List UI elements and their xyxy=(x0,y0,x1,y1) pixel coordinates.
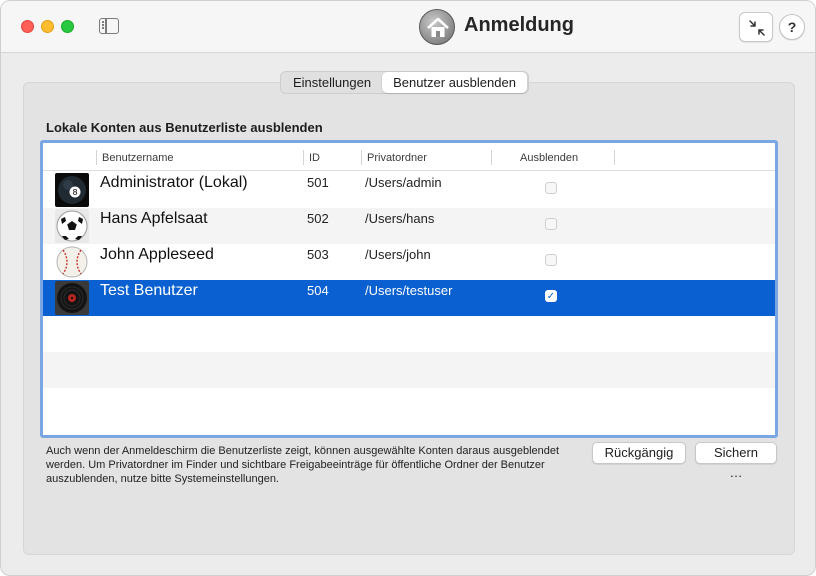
column-separator[interactable] xyxy=(96,150,97,165)
row-username: Administrator (Lokal) xyxy=(100,174,248,191)
column-separator[interactable] xyxy=(303,150,304,165)
close-window-button[interactable] xyxy=(21,20,34,33)
tab-benutzer-ausblenden[interactable]: Benutzer ausblenden xyxy=(382,72,527,93)
row-home-folder: /Users/testuser xyxy=(365,283,453,298)
row-home-folder: /Users/admin xyxy=(365,175,442,190)
column-separator[interactable] xyxy=(491,150,492,165)
undo-button[interactable]: Rückgängig xyxy=(592,442,686,464)
hide-checkbox[interactable] xyxy=(545,254,557,266)
row-id: 502 xyxy=(307,211,329,226)
hide-checkbox[interactable] xyxy=(545,182,557,194)
section-heading: Lokale Konten aus Benutzerliste ausblend… xyxy=(46,120,323,135)
row-id: 503 xyxy=(307,247,329,262)
help-button[interactable]: ? xyxy=(779,14,805,40)
row-id: 504 xyxy=(307,283,329,298)
hide-checkbox-checked[interactable]: ✓ xyxy=(545,290,557,302)
tab-einstellungen[interactable]: Einstellungen xyxy=(282,72,382,93)
row-username: Hans Apfelsaat xyxy=(100,210,208,227)
empty-row xyxy=(43,316,775,352)
table-header: Benutzername ID Privatordner Ausblenden xyxy=(43,143,775,171)
empty-row xyxy=(43,352,775,388)
column-separator[interactable] xyxy=(614,150,615,165)
app-home-icon xyxy=(419,9,455,45)
column-header-hide[interactable]: Ausblenden xyxy=(520,152,578,164)
vinyl-record-icon xyxy=(55,281,89,315)
info-text: Auch wenn der Anmeldeschirm die Benutzer… xyxy=(46,445,560,485)
accounts-table[interactable]: Benutzername ID Privatordner Ausblenden … xyxy=(40,140,778,438)
empty-row xyxy=(43,388,775,424)
soccer-ball-icon xyxy=(55,209,89,243)
table-row[interactable]: John Appleseed 503 /Users/john xyxy=(43,244,775,280)
window-title: Anmeldung xyxy=(464,14,574,36)
column-header-id[interactable]: ID xyxy=(309,152,320,164)
preferences-window: Anmeldung ? Einstellungen Benutzer ausbl… xyxy=(0,0,816,576)
eight-ball-icon: 8 xyxy=(55,173,89,207)
collapse-arrows-icon xyxy=(749,20,765,36)
svg-text:8: 8 xyxy=(72,188,77,197)
column-separator[interactable] xyxy=(361,150,362,165)
save-button[interactable]: Sichern … xyxy=(695,442,777,480)
column-header-username[interactable]: Benutzername xyxy=(102,152,174,164)
zoom-window-button[interactable] xyxy=(61,20,74,33)
table-row-selected[interactable]: Test Benutzer 504 /Users/testuser ✓ xyxy=(43,280,775,316)
row-username: John Appleseed xyxy=(100,246,214,263)
table-row[interactable]: Hans Apfelsaat 502 /Users/hans xyxy=(43,208,775,244)
row-username: Test Benutzer xyxy=(100,282,198,299)
row-id: 501 xyxy=(307,175,329,190)
row-home-folder: /Users/hans xyxy=(365,211,435,226)
minimize-window-button[interactable] xyxy=(41,20,54,33)
table-row[interactable]: 8 Administrator (Lokal) 501 /Users/admin xyxy=(43,172,775,208)
title-bar: Anmeldung ? xyxy=(1,1,815,53)
hide-checkbox[interactable] xyxy=(545,218,557,230)
sidebar-toggle-icon[interactable] xyxy=(99,18,119,34)
baseball-icon xyxy=(55,245,89,279)
tab-switcher: Einstellungen Benutzer ausblenden xyxy=(280,71,529,94)
collapse-view-button[interactable] xyxy=(739,12,773,42)
row-home-folder: /Users/john xyxy=(365,247,431,262)
column-header-home[interactable]: Privatordner xyxy=(367,152,427,164)
